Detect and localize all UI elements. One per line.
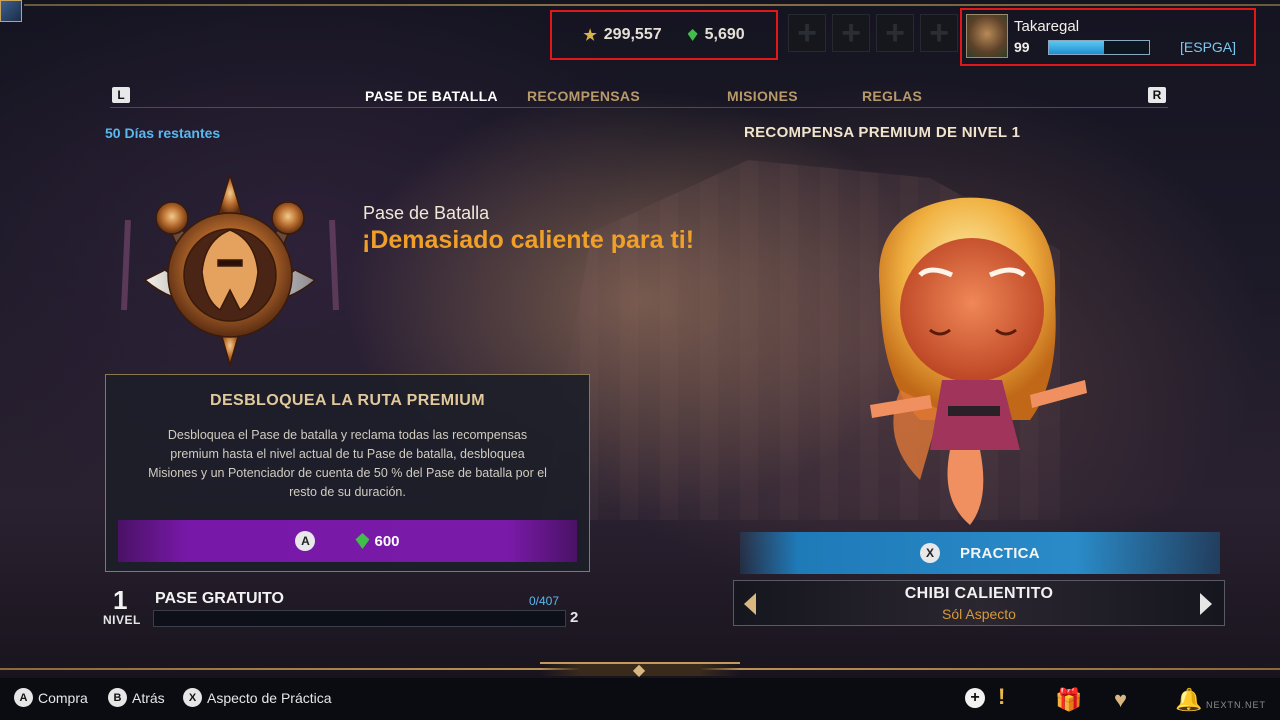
party-slot-2[interactable]: +	[832, 14, 870, 52]
premium-unlock-panel: DESBLOQUEA LA RUTA PREMIUM Desbloquea el…	[105, 374, 590, 572]
gems-amount: 5,690	[704, 26, 745, 43]
tab-prev-button[interactable]: L	[112, 87, 130, 103]
free-pass-label: PASE GRATUITO	[155, 590, 284, 607]
skin-name: CHIBI CALIENTITO	[904, 585, 1054, 602]
premium-title: DESBLOQUEA LA RUTA PREMIUM	[210, 392, 485, 409]
practice-label: PRACTICA	[960, 544, 1040, 562]
party-slot-1[interactable]: +	[788, 14, 826, 52]
current-level: 1	[113, 585, 128, 615]
top-divider	[24, 4, 1280, 6]
level-progress-bar	[153, 610, 566, 627]
xp-bar	[1048, 40, 1150, 55]
tab-battle-pass[interactable]: PASE DE BATALLA	[365, 88, 498, 104]
x-button-icon: X	[920, 543, 941, 563]
alert-icon[interactable]: !	[998, 684, 1005, 710]
level-label: NIVEL	[103, 613, 141, 627]
hint-practice[interactable]: X Aspecto de Práctica	[183, 688, 332, 707]
practice-skin-button[interactable]: X PRACTICA	[740, 532, 1220, 574]
battle-pass-title: ¡Demasiado caliente para ti!	[362, 226, 695, 254]
player-level: 99	[1014, 39, 1030, 55]
bottom-frame: ◆	[0, 660, 1280, 679]
next-skin-arrow-icon[interactable]	[1200, 593, 1212, 615]
next-level: 2	[570, 609, 579, 626]
player-name: Takaregal	[1014, 18, 1080, 35]
tab-bar: L PASE DE BATALLA RECOMPENSAS MISIONES R…	[110, 85, 1168, 108]
hint-practice-label: Aspecto de Práctica	[207, 689, 332, 706]
hint-buy-label: Compra	[38, 689, 88, 706]
menu-corner-icon[interactable]	[0, 0, 22, 22]
ornament-diamond-icon: ◆	[632, 662, 646, 679]
watermark: NEXTN.NET	[1206, 700, 1267, 710]
player-profile[interactable]: Takaregal 99 [ESPGA]	[960, 8, 1256, 66]
premium-price-value: 600	[374, 532, 400, 550]
hint-buy[interactable]: A Compra	[14, 688, 88, 707]
b-button-icon: B	[108, 688, 127, 707]
tab-rewards[interactable]: RECOMPENSAS	[527, 88, 640, 104]
buy-premium-button[interactable]: A 600	[118, 520, 577, 562]
party-slot-4[interactable]: +	[920, 14, 958, 52]
gem-icon	[687, 29, 698, 41]
tab-rules[interactable]: REGLAS	[862, 88, 922, 104]
gems-currency: 5,690	[687, 26, 745, 44]
gem-icon	[355, 533, 370, 549]
level-progress: 0/407	[529, 594, 560, 608]
currency-display: ★ 299,557 5,690	[550, 10, 778, 60]
reward-heading: RECOMPENSA PREMIUM DE NIVEL 1	[744, 124, 1021, 141]
days-remaining: 50 Días restantes	[105, 125, 221, 141]
battle-pass-emblem-icon	[121, 172, 339, 368]
party-slots: + + + +	[788, 14, 958, 52]
party-slot-3[interactable]: +	[876, 14, 914, 52]
premium-description: Desbloquea el Pase de batalla y reclama …	[148, 428, 547, 499]
a-button-icon: A	[14, 688, 33, 707]
a-button-icon: A	[295, 531, 316, 551]
premium-price: 600	[355, 532, 400, 550]
bell-icon[interactable]: 🔔	[1175, 687, 1202, 713]
avatar	[966, 14, 1008, 58]
hint-back[interactable]: B Atrás	[108, 688, 165, 707]
clan-tag: [ESPGA]	[1180, 39, 1237, 55]
hint-back-label: Atrás	[132, 689, 165, 706]
plus-icon[interactable]: +	[965, 688, 985, 708]
friends-icon[interactable]: ♥	[1114, 687, 1127, 713]
skin-type: Sól Aspecto	[942, 606, 1016, 622]
tab-missions[interactable]: MISIONES	[727, 88, 798, 104]
gift-icon[interactable]: 🎁	[1055, 687, 1082, 713]
battle-pass-subtitle: Pase de Batalla	[363, 203, 490, 223]
x-button-icon: X	[183, 688, 202, 707]
favor-currency: ★ 299,557	[583, 26, 661, 44]
favor-amount: 299,557	[603, 26, 662, 43]
button-hint-bar: A Compra B Atrás X Aspecto de Práctica +…	[0, 678, 1280, 720]
tab-underline	[110, 107, 1168, 108]
top-bar: ★ 299,557 5,690 + + + + Takaregal 99 [ES…	[0, 0, 1280, 72]
xp-bar-fill	[1049, 41, 1104, 54]
star-icon: ★	[583, 27, 597, 44]
tab-next-button[interactable]: R	[1148, 87, 1166, 103]
skin-selector: CHIBI CALIENTITO Sól Aspecto	[733, 580, 1225, 626]
chibi-skin-preview	[870, 197, 1087, 525]
